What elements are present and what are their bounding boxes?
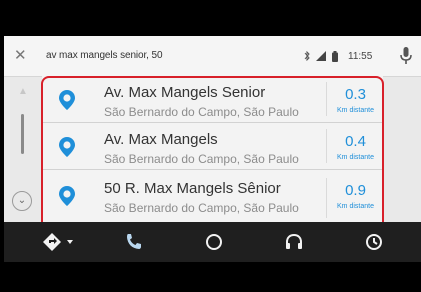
scroll-up-icon[interactable]: ▲ [15, 86, 31, 100]
bottom-nav [4, 222, 421, 262]
distance-unit: Km distante [337, 203, 374, 210]
list-item[interactable]: Av. Max Mangels São Bernardo do Campo, S… [42, 123, 383, 170]
battery-icon [332, 50, 338, 62]
close-icon[interactable]: ✕ [14, 48, 27, 64]
divider [326, 129, 327, 163]
scroll-down-icon[interactable]: ⌄ [12, 191, 32, 211]
divider [326, 178, 327, 218]
android-auto-screen: ✕ av max mangels senior, 50 11:55 ▲ ⌄ Av… [4, 36, 421, 262]
location-pin-icon [59, 137, 75, 157]
phone-icon[interactable] [122, 230, 146, 254]
device-frame: ✕ av max mangels senior, 50 11:55 ▲ ⌄ Av… [0, 0, 421, 292]
result-subtitle: São Bernardo do Campo, São Paulo [104, 201, 299, 215]
home-icon[interactable] [202, 230, 226, 254]
recent-icon[interactable] [362, 230, 386, 254]
list-item[interactable]: 50 R. Max Mangels Sênior São Bernardo do… [42, 170, 383, 222]
search-bar: ✕ av max mangels senior, 50 11:55 [4, 36, 421, 77]
distance-unit: Km distante [337, 154, 374, 161]
microphone-icon[interactable] [399, 46, 413, 66]
result-distance: 0.3 [345, 86, 366, 103]
status-bar: 11:55 [304, 47, 372, 65]
result-subtitle: São Bernardo do Campo, São Paulo [104, 105, 299, 119]
navigation-icon[interactable] [40, 230, 80, 254]
headphones-icon[interactable] [282, 230, 306, 254]
result-title: 50 R. Max Mangels Sênior [104, 180, 281, 197]
result-title: Av. Max Mangels Senior [104, 84, 266, 101]
clock: 11:55 [348, 50, 373, 62]
location-pin-icon [59, 186, 75, 206]
scrollbar-thumb[interactable] [21, 114, 24, 154]
result-distance: 0.4 [345, 133, 366, 150]
result-subtitle: São Bernardo do Campo, São Paulo [104, 152, 299, 166]
distance-unit: Km distante [337, 107, 374, 114]
list-item[interactable]: Av. Max Mangels Senior São Bernardo do C… [42, 76, 383, 123]
result-distance: 0.9 [345, 182, 366, 199]
signal-icon [316, 51, 326, 61]
bluetooth-icon [304, 51, 310, 61]
result-title: Av. Max Mangels [104, 131, 218, 148]
search-query[interactable]: av max mangels senior, 50 [46, 50, 163, 61]
location-pin-icon [59, 90, 75, 110]
divider [326, 82, 327, 116]
